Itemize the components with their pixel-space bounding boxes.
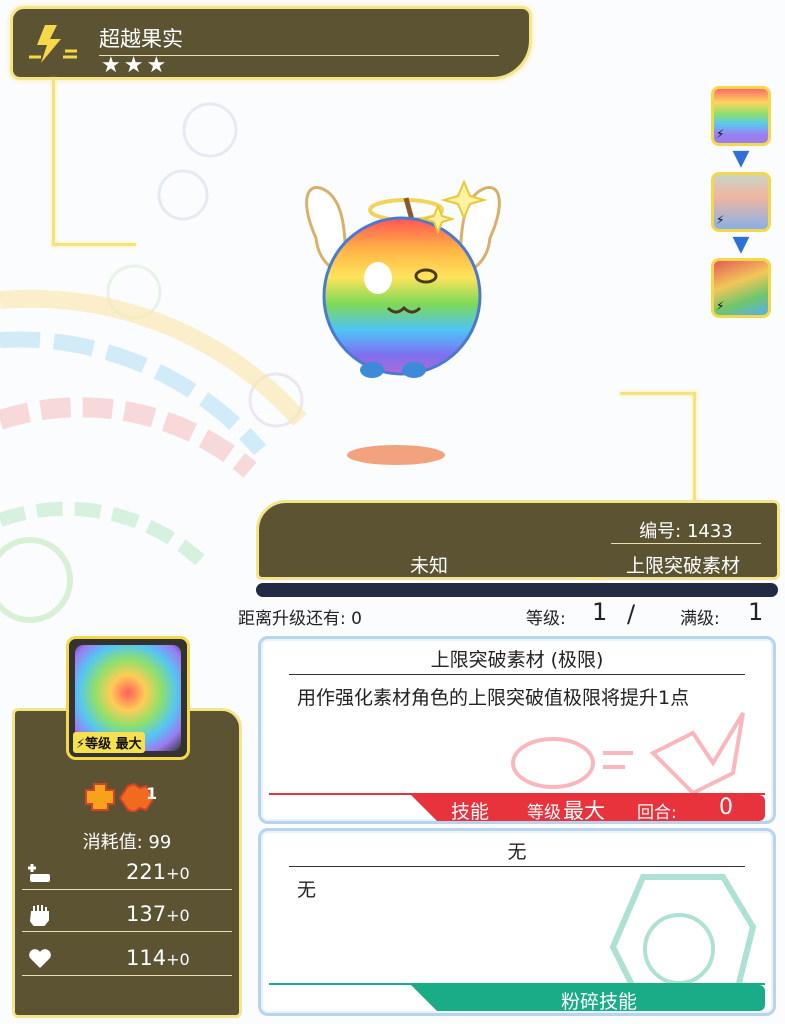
stat-hp: 221+0 xyxy=(22,856,232,890)
fist-icon xyxy=(29,905,49,926)
level-label: 等级: xyxy=(526,609,566,629)
info-panel: 编号: 1433 未知 上限突破素材 xyxy=(256,500,780,580)
exp-remaining: 距离升级还有: 0 xyxy=(238,609,362,629)
stat-recovery: 114+0 xyxy=(22,942,232,976)
crush-skill-panel: 无 无 粉碎技能 xyxy=(258,828,776,1016)
arrow-down-icon: ▼ xyxy=(732,232,750,257)
hp-battery-icon xyxy=(28,864,50,882)
heart-icon xyxy=(29,949,51,968)
portrait-level-badge: ⚡等级 最大 xyxy=(73,732,145,753)
rank-badge-icon xyxy=(85,782,156,814)
crush-skill-description: 无 xyxy=(297,879,317,901)
arrow-down-icon: ▼ xyxy=(732,146,750,171)
crush-skill-bar-fill: 粉碎技能 xyxy=(411,985,765,1011)
item-category: 上限突破素材 xyxy=(603,551,763,579)
recovery-bonus: +0 xyxy=(166,950,190,969)
skill-turn-label: 回合: xyxy=(637,803,677,823)
evolution-chain: ⚡ ▼ ⚡ ▼ ⚡ xyxy=(711,86,771,318)
skill-bar: 技能 等级 最大 回合: 0 xyxy=(269,793,765,821)
portrait-level-text: 等级 最大 xyxy=(85,737,142,752)
evolution-stage-3[interactable]: ⚡ xyxy=(711,258,771,318)
evolution-stage-1[interactable]: ⚡ xyxy=(711,86,771,146)
exp-progress-bar xyxy=(256,583,778,597)
character-shadow xyxy=(347,445,445,465)
level-separator: / xyxy=(627,600,636,628)
header-connector xyxy=(52,78,55,246)
item-number: 编号: 1433 xyxy=(611,517,761,544)
stat-attack: 137+0 xyxy=(22,898,232,932)
skill-description: 用作强化素材角色的上限突破值极限将提升1点 xyxy=(297,687,690,709)
lightning-icon: ⚡ xyxy=(716,127,725,141)
crush-skill-title: 无 xyxy=(289,837,745,867)
skill-panel: 上限突破素材 (极限) 用作强化素材角色的上限突破值极限将提升1点 技能 等级 … xyxy=(258,636,776,824)
info-connector xyxy=(620,392,696,395)
header-connector-foot xyxy=(52,243,136,246)
rarity-stars: ★★★ xyxy=(101,53,170,78)
evolution-stage-2[interactable]: ⚡ xyxy=(711,172,771,232)
character-portrait[interactable]: ⚡等级 最大 xyxy=(66,636,190,760)
badges: 1 xyxy=(84,782,174,816)
skill-title: 上限突破素材 (极限) xyxy=(289,645,745,675)
skill-bar-fill: 技能 等级 最大 回合: 0 xyxy=(411,795,765,821)
hp-value: 221 xyxy=(126,860,167,884)
crush-skill-bar: 粉碎技能 xyxy=(269,983,765,1011)
rainbow-apple-character xyxy=(305,179,501,378)
lightning-icon xyxy=(29,25,77,63)
max-level-label: 满级: xyxy=(680,609,720,629)
cost-value: 消耗值: 99 xyxy=(82,832,172,853)
lightning-icon: ⚡ xyxy=(716,213,725,227)
skill-turn-value: 0 xyxy=(719,795,733,820)
info-connector-drop xyxy=(693,392,696,504)
recovery-value: 114 xyxy=(126,946,167,970)
lightning-icon: ⚡ xyxy=(716,299,725,313)
skill-level-label: 等级 xyxy=(527,803,561,823)
item-type: 未知 xyxy=(279,551,579,579)
item-name: 超越果实 xyxy=(99,23,499,56)
skill-label: 技能 xyxy=(451,801,490,823)
crush-skill-label: 粉碎技能 xyxy=(561,991,638,1013)
attack-bonus: +0 xyxy=(166,906,190,925)
character-card: ⚡等级 最大 1 消耗值: 99 221+0 137+0 114+0 xyxy=(12,636,242,1018)
skill-level-value: 最大 xyxy=(563,799,605,823)
hp-bonus: +0 xyxy=(166,864,190,883)
rank-badge-number: 1 xyxy=(146,784,158,803)
lightning-icon: ⚡ xyxy=(76,737,86,752)
max-level-value: 1 xyxy=(748,598,764,626)
level-value: 1 xyxy=(592,598,608,626)
item-header: 超越果实 ★★★ xyxy=(10,6,532,80)
attack-value: 137 xyxy=(126,902,167,926)
